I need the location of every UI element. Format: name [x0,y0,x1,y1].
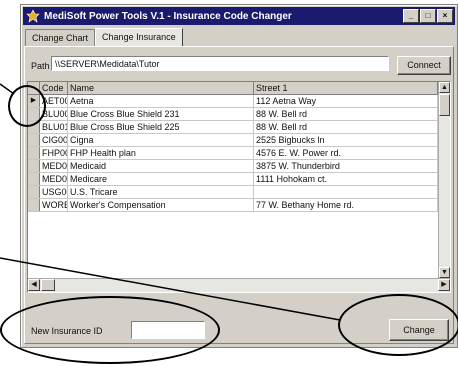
callout-line-change [0,257,341,321]
callout-lines [0,83,341,321]
callout-line-indicator [0,83,15,95]
